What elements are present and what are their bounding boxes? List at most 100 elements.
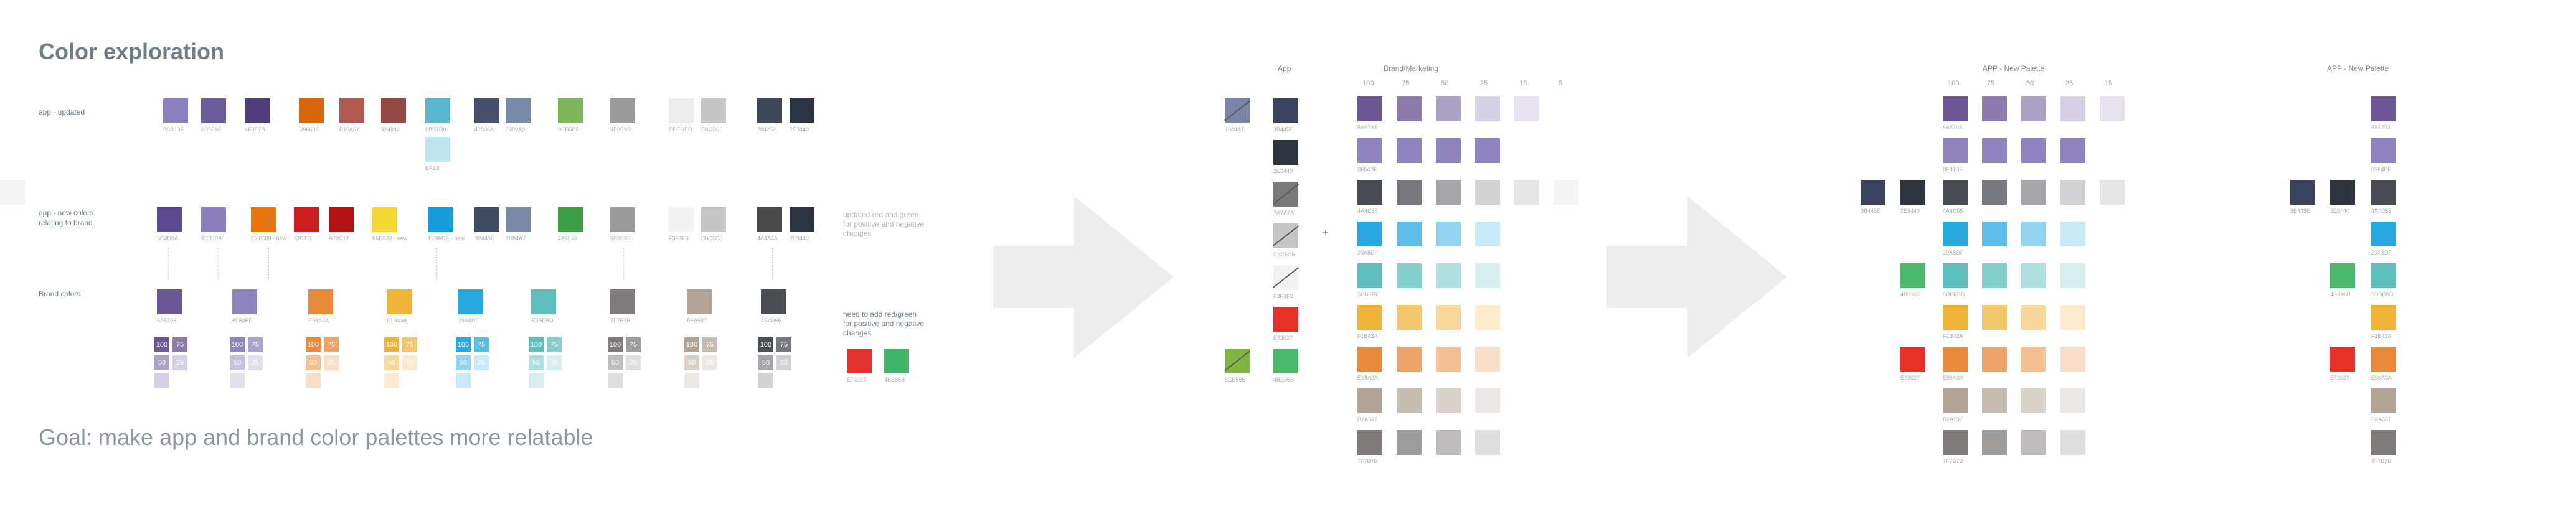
header-brand-marketing: Brand/Marketing: [1384, 64, 1439, 73]
brand-tint-50: 50: [230, 355, 245, 370]
new-grid-pre-label: 4BB96B: [1900, 291, 1922, 297]
swatch-app-updated: [201, 98, 226, 123]
new-grid-cell: [1982, 347, 2007, 372]
swatch-app-updated: [669, 98, 694, 123]
swatch-brand: [157, 289, 182, 314]
new-grid-cell-label: 5DBFBD: [1943, 291, 1965, 297]
brand-grid-cell: [1397, 96, 1422, 121]
connector-line: [168, 248, 169, 280]
swatch-need-label: E73027: [847, 377, 867, 383]
swatch-app-column-label: 7984A7: [1225, 126, 1245, 133]
new-grid-cell: [2021, 388, 2046, 413]
swatch-app-updated: [425, 98, 450, 123]
brand-grid-cell: [1357, 263, 1382, 288]
swatch-app-new-label: 1E9ADE - new: [428, 235, 465, 241]
new-grid-cell: [1982, 263, 2007, 288]
swatch-app-new-label: 7B84A7: [506, 235, 526, 241]
brand-tint-25: 25: [776, 355, 791, 370]
final-column-cell-label: 29A8DF: [2371, 250, 2392, 256]
new-grid-cell: [2021, 347, 2046, 372]
new-grid-cell: [1943, 347, 1968, 372]
brand-grid-cell: [1357, 305, 1382, 330]
swatch-brand: [387, 289, 412, 314]
new-grid-pre-label: 3B445E: [1861, 208, 1881, 214]
swatch-app-updated: [790, 98, 814, 123]
new-grid-cell: [0, 180, 25, 205]
brand-tint-25: 25: [474, 355, 489, 370]
final-column-pre-label: E73027: [2330, 375, 2350, 381]
swatch-brand: [232, 289, 257, 314]
swatch-app-new-label: 4A4A4A: [757, 235, 778, 241]
swatch-app-new-label: C6C5C5: [701, 235, 723, 241]
brand-tint-100: 100: [529, 337, 544, 352]
swatch-app-column: [1273, 307, 1298, 332]
row-label-app-updated: app - updated: [39, 108, 85, 116]
swatch-need-label: 4BB96B: [884, 377, 905, 383]
tick-header-new: 100: [1948, 80, 1960, 87]
swatch-brand: [610, 289, 635, 314]
new-grid-cell: [1943, 263, 1968, 288]
brand-grid-cell: [1436, 96, 1461, 121]
new-grid-pre-label: 2E3440: [1900, 208, 1920, 214]
brand-tint-extra: [456, 373, 471, 388]
swatch-brand: [308, 289, 333, 314]
swatch-app-new-label: C91111: [294, 235, 313, 241]
brand-grid-cell: [1397, 263, 1422, 288]
swatch-app-updated-label: 384252: [757, 126, 776, 133]
swatch-brand: [687, 289, 712, 314]
new-grid-cell: [1982, 430, 2007, 455]
brand-tint-100: 100: [230, 337, 245, 352]
brand-tint-75: 75: [776, 337, 791, 352]
swatch-app-updated-label: 4F3E7B: [245, 126, 265, 133]
brand-tint-50: 50: [758, 355, 773, 370]
tick-header-new: 25: [2065, 80, 2074, 87]
brand-grid-cell: [1436, 305, 1461, 330]
brand-tint-75: 75: [702, 337, 717, 352]
swatch-app-new: [474, 207, 499, 232]
header-new-palette-2: APP - New Palette: [2327, 64, 2389, 73]
new-grid-cell: [2060, 347, 2085, 372]
new-grid-cell: [2021, 305, 2046, 330]
new-grid-cell: [1943, 180, 1968, 205]
brand-tint-75: 75: [324, 337, 339, 352]
final-column-cell-label: E98A3A: [2371, 375, 2392, 381]
new-grid-cell: [2060, 388, 2085, 413]
new-grid-cell: [2021, 138, 2046, 163]
swatch-app-updated-label: 924942: [381, 126, 400, 133]
brand-grid-cell: [1397, 180, 1422, 205]
brand-grid-cell: [1436, 347, 1461, 372]
brand-grid-cell: [1436, 180, 1461, 205]
brand-tint-25: 25: [402, 355, 417, 370]
brand-grid-cell: [1436, 430, 1461, 455]
swatch-need: [847, 349, 872, 373]
connector-line: [623, 248, 624, 280]
new-grid-cell: [2021, 430, 2046, 455]
brand-grid-cell: [1436, 138, 1461, 163]
brand-tint-75: 75: [402, 337, 417, 352]
new-grid-cell: [2060, 180, 2085, 205]
brand-grid-cell: [1357, 180, 1382, 205]
swatch-brand-label: E98A3A: [308, 317, 329, 324]
brand-grid-cell: [1397, 388, 1422, 413]
swatch-app-column-label: E73027: [1273, 335, 1293, 341]
new-grid-cell: [1982, 388, 2007, 413]
final-column-cell: [2371, 430, 2396, 455]
brand-grid-cell: [1554, 180, 1578, 205]
brand-tint-75: 75: [172, 337, 187, 352]
brand-grid-cell: [1436, 263, 1461, 288]
brand-grid-cell: [1475, 305, 1500, 330]
brand-tint-50: 50: [608, 355, 623, 370]
brand-tint-100: 100: [608, 337, 623, 352]
swatch-app-updated: [474, 98, 499, 123]
brand-tint-extra: [684, 373, 699, 388]
brand-tint-50: 50: [306, 355, 321, 370]
swatch-app-new-label: A70C17: [329, 235, 349, 241]
new-grid-cell: [2021, 222, 2046, 246]
swatch-brand-label: 5DBFBD: [531, 317, 554, 324]
swatch-app-column-label: C6C5C5: [1273, 251, 1295, 258]
new-grid-cell: [2021, 180, 2046, 205]
final-column-pre: [2290, 180, 2315, 205]
swatch-app-column-label: 7A7A7A: [1273, 210, 1295, 216]
swatch-app-updated-label: 9B9B9B: [610, 126, 631, 133]
new-grid-cell: [2060, 222, 2085, 246]
